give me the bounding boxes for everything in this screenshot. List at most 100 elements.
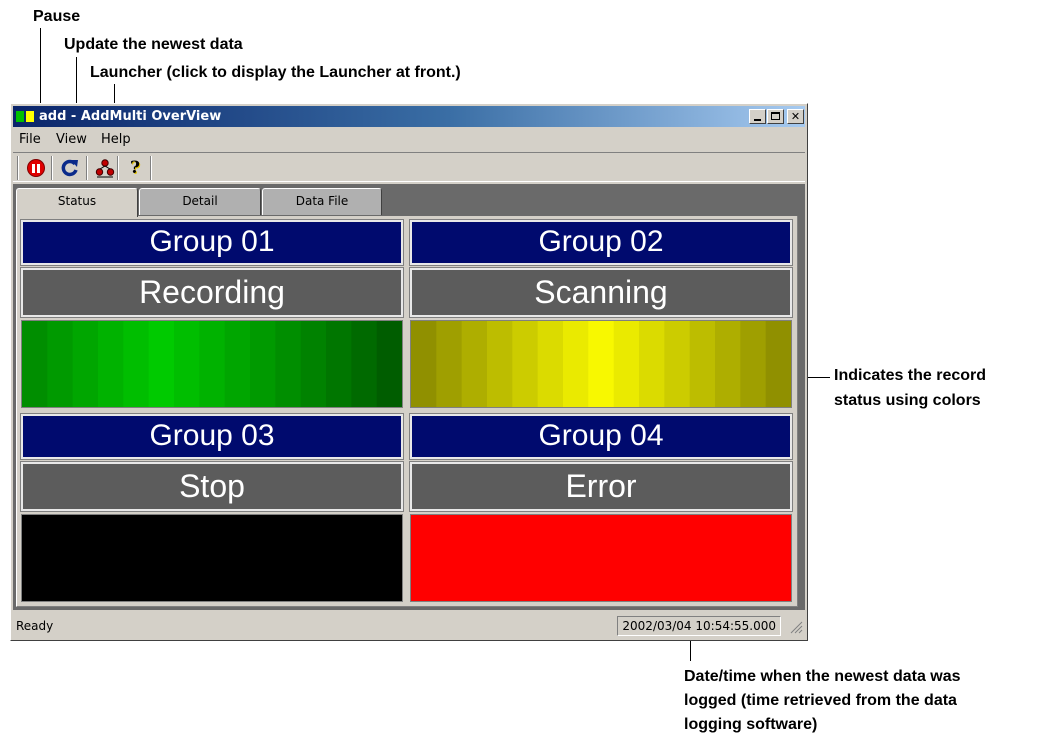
status-color-stripe [148,321,175,407]
status-color-stripe [275,515,302,601]
status-color-stripe [537,515,564,601]
status-color-stripe [411,321,437,407]
group-name: Group 04 [409,413,793,460]
group-card: Group 01 Recording [19,218,405,410]
group-status-color [410,320,792,408]
status-color-stripe [376,321,402,407]
refresh-icon [61,159,78,177]
status-color-stripe [47,515,74,601]
app-window: add - AddMulti OverView ✕ File View Help [10,103,808,641]
callout-record-status-line1: Indicates the record [834,367,987,384]
status-color-stripe [512,321,539,407]
help-button[interactable]: ? [124,157,146,179]
status-color-stripe [411,515,437,601]
group-card: Group 03 Stop [19,412,405,604]
minimize-button[interactable] [749,109,766,124]
status-color-stripe [715,515,741,601]
status-color-stripe [351,515,378,601]
pause-button[interactable] [25,157,47,179]
toolbar-separator [86,156,88,180]
status-color-stripe [174,321,200,407]
tab-status[interactable]: Status [16,188,138,217]
status-color-stripe [689,515,716,601]
app-icon [16,111,34,122]
status-color-stripe [250,515,276,601]
group-card: Group 04 Error [408,412,794,604]
status-color-stripe [563,515,589,601]
group-status-color [410,514,792,602]
group-name: Group 03 [20,413,404,460]
status-color-stripe [123,515,150,601]
group-status: Error [409,461,793,512]
tab-detail[interactable]: Detail [139,188,261,215]
newest-data-datetime: 2002/03/04 10:54:55.000 [617,616,781,636]
status-color-stripe [199,515,226,601]
status-color-stripe [98,321,124,407]
status-color-stripe [689,321,716,407]
menu-view[interactable]: View [56,132,87,148]
toolbar-separator [117,156,119,180]
group-status-color [21,514,403,602]
callout-launcher: Launcher (click to display the Launcher … [90,64,461,81]
status-color-stripe [639,515,665,601]
group-status-color [21,320,403,408]
close-icon: ✕ [790,110,801,123]
status-color-stripe [461,515,488,601]
menu-bar: File View Help [13,130,805,150]
status-color-stripe [487,321,513,407]
group-name: Group 01 [20,219,404,266]
status-color-stripe [250,321,276,407]
status-color-stripe [72,515,99,601]
status-color-stripe [174,515,200,601]
status-color-stripe [199,321,226,407]
callout-datetime-line3: logging software) [684,716,818,733]
launcher-button[interactable] [94,157,116,179]
status-color-stripe [436,515,463,601]
group-status: Scanning [409,267,793,318]
status-color-stripe [275,321,302,407]
minimize-icon [754,119,761,121]
status-color-stripe [765,515,791,601]
menu-help[interactable]: Help [101,132,131,148]
status-color-stripe [98,515,124,601]
status-color-stripe [351,321,378,407]
status-color-stripe [326,321,352,407]
status-color-stripe [715,321,741,407]
launcher-icon [95,159,115,178]
menu-file[interactable]: File [19,132,41,148]
status-color-stripe [47,321,74,407]
status-color-stripe [563,321,589,407]
status-color-stripe [300,515,327,601]
status-color-stripe [765,321,791,407]
toolbar-separator [17,156,19,180]
group-status: Recording [20,267,404,318]
tab-data-file[interactable]: Data File [262,188,382,215]
title-bar[interactable]: add - AddMulti OverView ✕ [13,106,805,127]
maximize-button[interactable] [767,109,784,124]
status-color-stripe [436,321,463,407]
resize-grip-icon[interactable] [789,620,803,634]
tab-control: Status Detail Data File Group 01 Recordi… [13,184,805,610]
callout-datetime-line2: logged (time retrieved from the data [684,692,957,709]
group-card: Group 02 Scanning [408,218,794,410]
maximize-icon [771,112,780,120]
status-color-stripe [664,321,691,407]
pause-icon [27,159,45,177]
status-color-stripe [664,515,691,601]
status-panel: Group 01 Recording Group 02 Scanning Gro… [16,216,798,607]
close-button[interactable]: ✕ [787,109,804,124]
callout-pause: Pause [33,8,81,25]
status-color-stripe [326,515,352,601]
status-color-stripe [512,515,539,601]
status-color-stripe [461,321,488,407]
update-button[interactable] [59,157,81,179]
group-status: Stop [20,461,404,512]
group-name: Group 02 [409,219,793,266]
status-color-stripe [487,515,513,601]
window-title: add - AddMulti OverView [39,109,222,124]
status-color-stripe [224,515,251,601]
status-color-stripe [740,515,767,601]
status-color-stripe [22,321,48,407]
status-color-stripe [148,515,175,601]
callout-datetime-line1: Date/time when the newest data was [684,668,961,685]
